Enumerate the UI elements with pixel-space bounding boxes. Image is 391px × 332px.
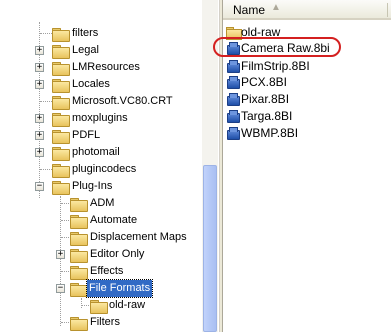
folder-icon (52, 28, 70, 42)
plugin-file-icon (226, 110, 240, 123)
folder-tree-pane: × filters + Legal + LMResources + Locale… (0, 0, 222, 332)
tree-item-label: Automate (90, 214, 138, 226)
folder-icon (90, 300, 108, 314)
file-list-pane: Name ▲ old-raw Camera Raw.8bi FilmStrip.… (213, 0, 391, 332)
folder-icon (52, 62, 70, 76)
tree-item-filters-plugin[interactable]: Filters (0, 314, 200, 331)
file-item-wbmp[interactable]: WBMP.8BI (223, 125, 383, 141)
folder-icon (226, 26, 242, 40)
file-name: FilmStrip.8BI (241, 59, 310, 73)
expand-icon[interactable]: + (35, 46, 44, 55)
folder-icon (52, 79, 70, 93)
collapse-icon[interactable]: − (56, 284, 65, 293)
folder-icon (52, 96, 70, 110)
tree-item-label: Legal (72, 44, 99, 56)
file-name: PCX.8BI (241, 75, 288, 89)
tree-item-label: Locales (72, 78, 110, 90)
tree-item-label-selected: File Formats (85, 279, 154, 298)
plugin-file-icon (226, 127, 240, 140)
tree-item-adm[interactable]: ADM (0, 195, 200, 212)
plugin-file-icon (226, 60, 240, 73)
file-item-targa[interactable]: Targa.8BI (223, 108, 383, 124)
plugin-file-icon (226, 76, 240, 89)
file-item-filmstrip[interactable]: FilmStrip.8BI (223, 58, 383, 74)
tree-item-moxplugins[interactable]: + moxplugins (0, 110, 200, 127)
folder-icon (70, 215, 88, 229)
folder-icon (70, 232, 88, 246)
tree-item-label: photomail (72, 146, 120, 158)
tree-item-filters[interactable]: filters (0, 25, 200, 42)
folder-icon (70, 249, 88, 263)
column-header-name[interactable]: Name ▲ (223, 0, 391, 20)
expand-icon[interactable]: + (35, 63, 44, 72)
plugin-file-icon (226, 93, 240, 106)
file-item-camera-raw[interactable]: Camera Raw.8bi (213, 37, 383, 57)
file-item-pixar[interactable]: Pixar.8BI (223, 91, 383, 107)
folder-icon (52, 45, 70, 59)
tree-connector (40, 169, 52, 170)
tree-item-label: filters (72, 27, 99, 39)
tree-item-displacement-maps[interactable]: Displacement Maps (0, 229, 200, 246)
tree-item-label: Filters (90, 316, 120, 328)
folder-icon (52, 147, 70, 161)
folder-icon (52, 113, 70, 127)
tree-item-label: old-raw (109, 299, 146, 311)
collapse-icon[interactable]: − (35, 182, 44, 191)
folder-open-icon (70, 283, 88, 297)
expand-icon[interactable]: + (35, 80, 44, 89)
expand-icon[interactable]: + (35, 131, 44, 140)
tree-item-label: Effects (90, 265, 124, 277)
file-name: old-raw (241, 25, 281, 39)
tree-item-locales[interactable]: + Locales (0, 76, 200, 93)
tree-item-label: Displacement Maps (90, 231, 187, 243)
tree-item-label: LMResources (72, 61, 140, 73)
expand-icon[interactable]: + (35, 114, 44, 123)
tree-item-plug-ins[interactable]: − Plug-Ins (0, 178, 200, 195)
scrollbar-thumb[interactable] (203, 165, 217, 332)
tree-item-old-raw[interactable]: old-raw (0, 297, 200, 314)
folder-icon (70, 266, 88, 280)
folder-icon (70, 317, 88, 331)
tree-item-label: PDFL (72, 129, 101, 141)
tree-item-label: ADM (90, 197, 115, 209)
expand-icon[interactable]: + (35, 148, 44, 157)
tree-item-label: Microsoft.VC80.CRT (72, 95, 173, 107)
tree-item-label: Plug-Ins (72, 180, 113, 192)
tree-item-file-formats[interactable]: − File Formats (0, 279, 200, 298)
tree-item-pdfl[interactable]: + PDFL (0, 127, 200, 144)
tree-item-automate[interactable]: Automate (0, 212, 200, 229)
tree-scrollbar[interactable] (202, 0, 218, 332)
tree-item-label: moxplugins (72, 112, 128, 124)
folder-icon (52, 130, 70, 144)
tree-item-plugincodecs[interactable]: plugincodecs (0, 161, 200, 178)
tree-connector (40, 33, 52, 34)
sort-ascending-icon: ▲ (271, 2, 281, 13)
file-name: WBMP.8BI (241, 126, 299, 140)
tree-item-effects[interactable]: Effects (0, 263, 200, 280)
column-separator[interactable] (387, 3, 388, 17)
tree-item-label: plugincodecs (72, 163, 137, 175)
folder-icon (70, 198, 88, 212)
file-item-old-raw[interactable]: old-raw (223, 24, 383, 40)
file-item-pcx[interactable]: PCX.8BI (223, 74, 383, 90)
tree-item-lmresources[interactable]: + LMResources (0, 59, 200, 76)
tree-item-label: Editor Only (90, 248, 145, 260)
folder-icon (52, 164, 70, 178)
file-name: Pixar.8BI (241, 92, 290, 106)
tree-connector (40, 101, 52, 102)
expand-icon[interactable]: + (56, 250, 65, 259)
file-name: Camera Raw.8bi (241, 41, 330, 55)
tree-item-legal[interactable]: + Legal (0, 42, 200, 59)
plugin-file-icon (226, 42, 240, 55)
tree-item-editor-only[interactable]: + Editor Only (0, 246, 200, 263)
tree-item-photomail[interactable]: + photomail (0, 144, 200, 161)
file-name: Targa.8BI (241, 109, 293, 123)
folder-open-icon (52, 181, 70, 195)
tree-item-microsoft-vc80-crt[interactable]: Microsoft.VC80.CRT (0, 93, 200, 110)
column-header-label: Name (233, 3, 266, 17)
